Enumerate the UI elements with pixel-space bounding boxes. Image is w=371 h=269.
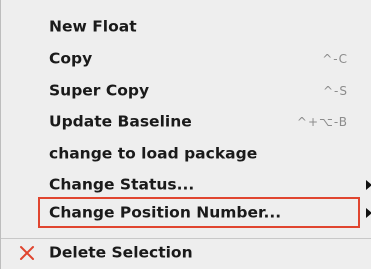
menu-item-new-float[interactable]: New Float [1, 12, 371, 42]
context-menu: New Float Copy ^-C Super Copy ^-S Update… [0, 0, 371, 269]
menu-item-copy[interactable]: Copy ^-C [1, 44, 371, 74]
menu-item-delete-selection[interactable]: Delete Selection [1, 238, 371, 268]
shortcut-hint: ^+⌥-B [296, 115, 348, 129]
menu-item-label: Change Status... [49, 175, 195, 194]
x-delete-icon [20, 246, 34, 260]
shortcut-hint: ^-C [322, 52, 348, 66]
submenu-arrow-icon [366, 208, 371, 218]
shortcut-hint: ^-S [322, 84, 348, 98]
menu-item-label: Delete Selection [49, 243, 193, 262]
menu-item-super-copy[interactable]: Super Copy ^-S [1, 76, 371, 106]
menu-item-label: change to load package [49, 144, 258, 163]
menu-item-update-baseline[interactable]: Update Baseline ^+⌥-B [1, 107, 371, 137]
menu-item-change-status[interactable]: Change Status... [1, 170, 371, 200]
menu-item-label: New Float [49, 17, 137, 36]
menu-item-label: Update Baseline [49, 112, 192, 131]
menu-item-change-position-number[interactable]: Change Position Number... [1, 198, 371, 228]
menu-item-change-to-load-package[interactable]: change to load package [1, 139, 371, 169]
menu-item-label: Change Position Number... [49, 203, 282, 222]
menu-item-label: Super Copy [49, 81, 150, 100]
menu-item-label: Copy [49, 49, 93, 68]
submenu-arrow-icon [366, 180, 371, 190]
